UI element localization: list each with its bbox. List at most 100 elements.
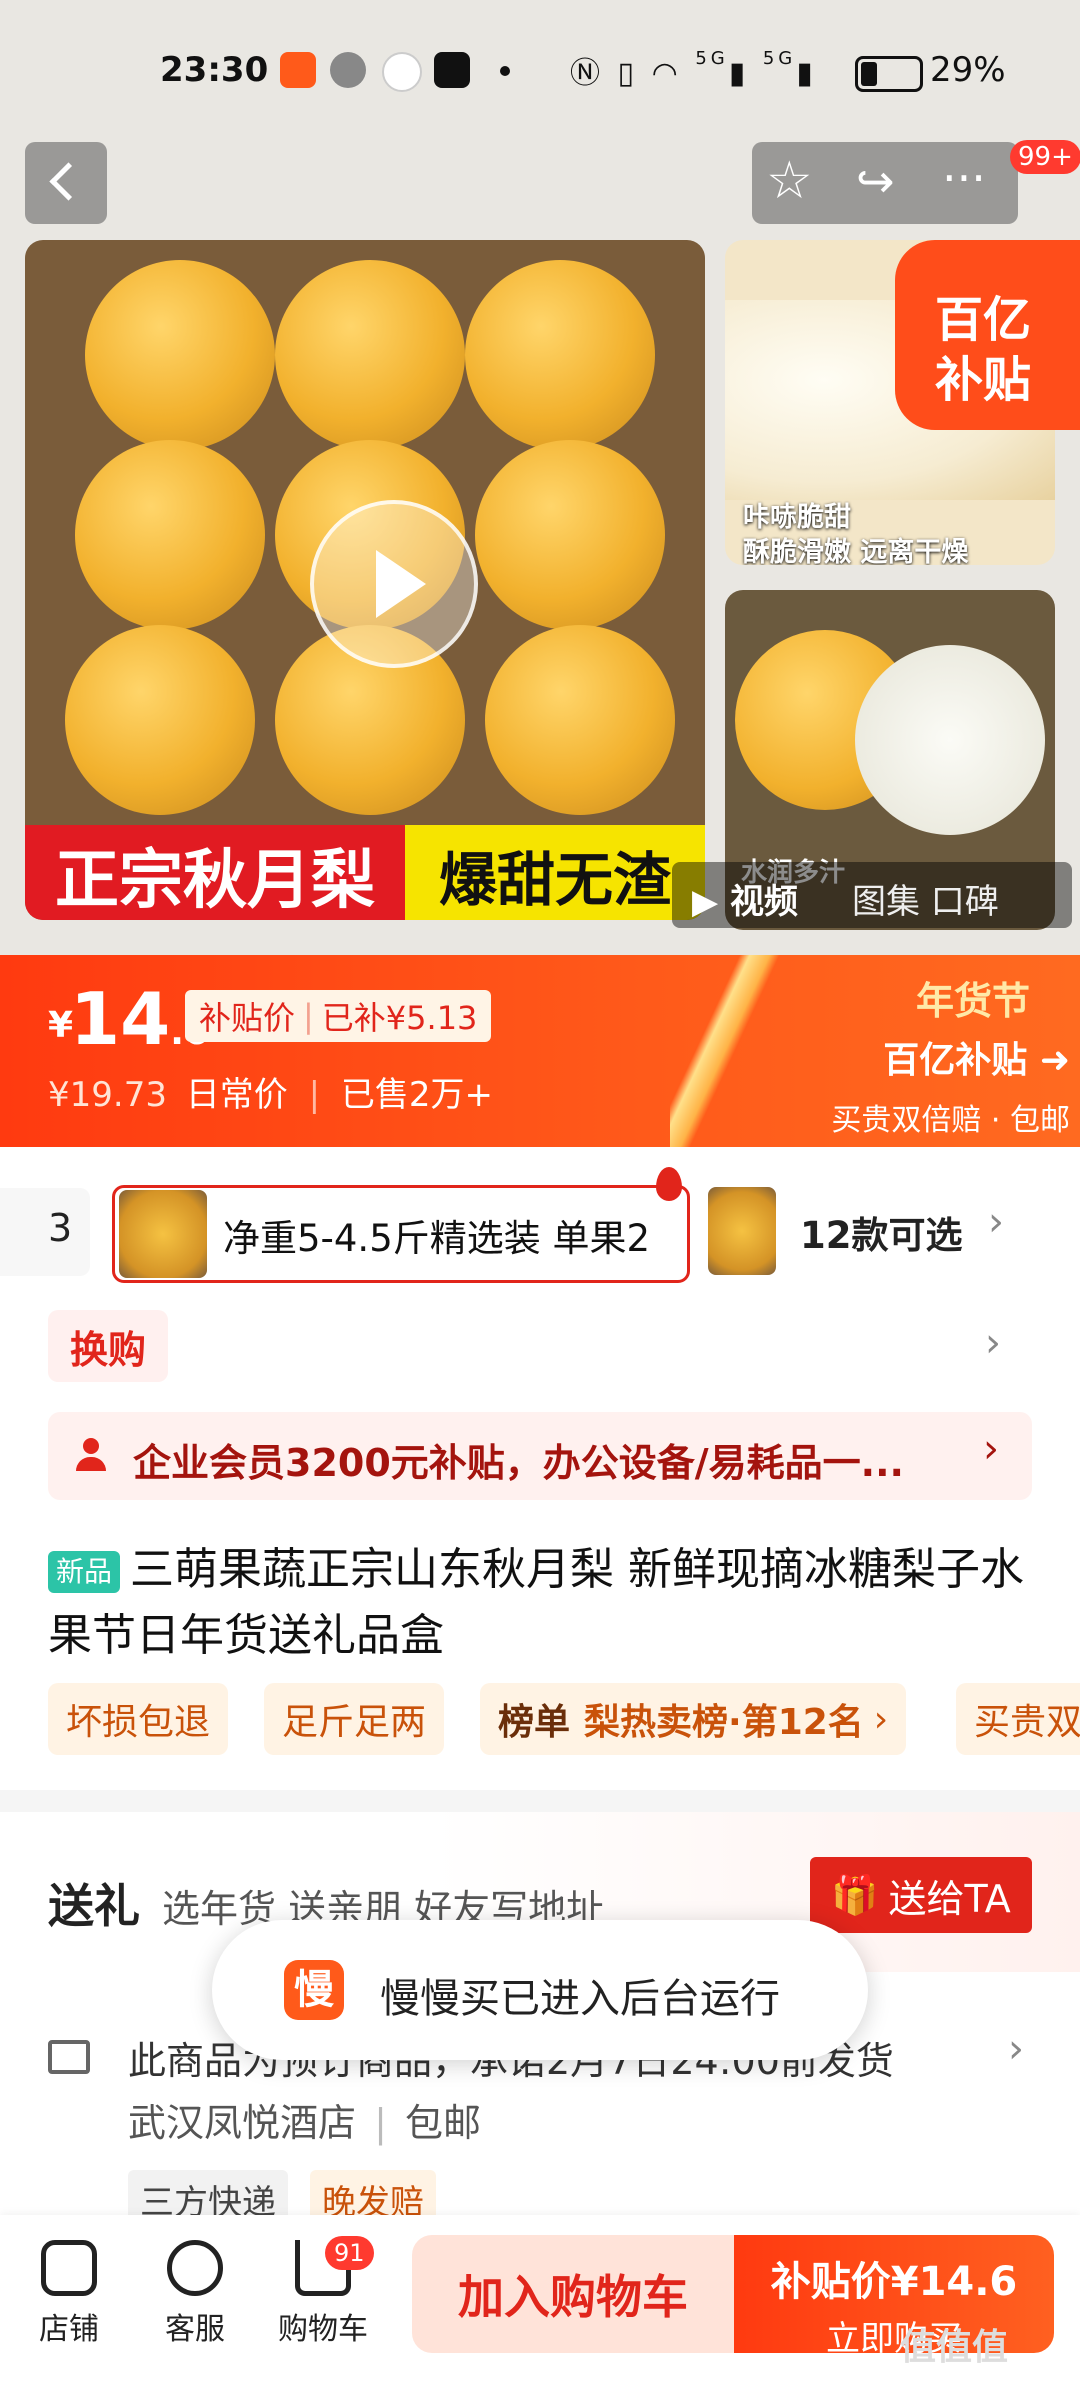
share-icon[interactable]: ↪ xyxy=(856,150,895,212)
battery-icon xyxy=(855,56,923,92)
product-title: 三萌果蔬正宗山东秋月梨 新鲜现摘冰糖梨子水果节日年货送礼品盒 xyxy=(48,1544,1025,1661)
subsidy-badge: 百亿 补贴 xyxy=(895,240,1080,430)
shop-icon xyxy=(41,2240,97,2296)
pear-image xyxy=(275,260,465,450)
service-label: 客服 xyxy=(165,2312,225,2347)
shop-button[interactable]: 店铺 xyxy=(14,2240,124,2348)
pear-image xyxy=(465,260,655,450)
customer-service-icon xyxy=(167,2240,223,2296)
original-price-row: ¥19.73 日常价 | 已售2万+ xyxy=(48,1067,493,1116)
hot-flame-icon xyxy=(656,1167,682,1201)
play-icon[interactable] xyxy=(310,500,478,668)
signal-bars-icon: ▮ xyxy=(728,56,750,91)
chip-damage-return[interactable]: 坏损包退 xyxy=(48,1683,229,1755)
original-price-label: 日常价 xyxy=(185,1075,288,1115)
pear-image xyxy=(75,440,265,630)
festival-subsidy: 百亿补贴 ➜ xyxy=(780,1031,1070,1083)
battery-percent: 29% xyxy=(930,50,1006,90)
gift-title: 送礼 xyxy=(48,1879,140,1933)
user-icon xyxy=(76,1438,106,1472)
chip-double-refund[interactable]: 买贵双 xyxy=(956,1683,1080,1755)
price-banner: ¥ 14.6 补贴价 | 已补¥5.13 ¥19.73 日常价 | 已售2万+ … xyxy=(0,955,1080,1147)
section-divider xyxy=(0,1790,1080,1812)
wifi-icon: ◠ xyxy=(651,56,682,91)
festival-badge[interactable]: 年货节 百亿补贴 ➜ 买贵双倍赔 · 包邮 xyxy=(780,970,1070,1140)
sku-prev-label: 3 xyxy=(48,1206,73,1250)
chevron-right-icon: › xyxy=(1008,2026,1024,2072)
signal-bars-icon-2: ▮ xyxy=(796,56,817,91)
cart-label: 购物车 xyxy=(278,2312,368,2347)
product-title-block: 新品 三萌果蔬正宗山东秋月梨 新鲜现摘冰糖梨子水果节日年货送礼品盒 xyxy=(48,1537,1038,1669)
background-toast: 慢 慢慢买已进入后台运行 xyxy=(212,1920,868,2060)
video-label: 视频 xyxy=(729,882,798,922)
system-icons: Ⓝ ▯ ◠ 5G▮ 5G▮ xyxy=(570,48,817,92)
festival-title: 年货节 xyxy=(915,979,1030,1023)
back-icon xyxy=(49,162,88,201)
status-bar: 23:30 Ⓝ ▯ ◠ 5G▮ 5G▮ 29% xyxy=(0,0,1080,140)
nfc-icon: Ⓝ xyxy=(570,56,604,91)
sku-thumbnail xyxy=(119,1190,207,1278)
banner-right: 爆甜无渣 xyxy=(405,825,705,920)
wechat-icon xyxy=(330,52,366,88)
banner-left: 正宗秋月梨 xyxy=(25,825,405,920)
sku-more-label: 12款可选 xyxy=(800,1214,963,1257)
gift-icon: 🎁 xyxy=(831,1872,879,1917)
media-tabs: ▶ 视频 图集 口碑 xyxy=(672,862,1072,928)
chevron-right-icon: › xyxy=(988,1199,1004,1245)
chevron-right-icon: › xyxy=(983,1426,999,1472)
enterprise-banner[interactable]: 企业会员3200元补贴，办公设备/易耗品一... › xyxy=(48,1412,1032,1500)
main-product-image[interactable]: 正宗秋月梨 爆甜无渣 xyxy=(25,240,705,920)
exchange-tag[interactable]: 换购 xyxy=(48,1310,168,1382)
sold-count: 已售2万+ xyxy=(340,1075,493,1115)
enterprise-text: 企业会员3200元补贴，办公设备/易耗品一... xyxy=(133,1441,904,1485)
divider: | xyxy=(308,1075,321,1115)
store-name: 武汉凤悦酒店 xyxy=(128,2101,357,2145)
side-caption-2: 酥脆滑嫩 远离干燥 xyxy=(743,537,969,565)
new-tag: 新品 xyxy=(48,1551,121,1593)
chip-ranking[interactable]: 榜单 梨热卖榜·第12名 › xyxy=(480,1683,907,1755)
truck-icon xyxy=(48,2040,90,2074)
pear-image xyxy=(485,625,675,815)
sku-selected-item[interactable]: 净重5-4.5斤精选装 单果2 xyxy=(112,1185,690,1283)
store-line: 武汉凤悦酒店 | 包邮 xyxy=(128,2092,481,2147)
divider: | xyxy=(303,997,314,1035)
pear-image xyxy=(65,625,255,815)
realme-icon xyxy=(382,52,422,92)
original-price: ¥19.73 xyxy=(48,1075,167,1115)
star-icon[interactable]: ☆ xyxy=(766,150,813,212)
signal-icon: 5G xyxy=(695,48,729,69)
service-button[interactable]: 客服 xyxy=(140,2240,250,2348)
festival-guarantee: 买贵双倍赔 · 包邮 xyxy=(831,1103,1070,1138)
add-to-cart-button[interactable]: 加入购物车 xyxy=(412,2235,734,2353)
header-actions: ☆ ↪ ··· xyxy=(752,142,1018,224)
chip-full-weight[interactable]: 足斤足两 xyxy=(264,1683,445,1755)
back-button[interactable] xyxy=(25,142,107,224)
subsidy-price-box: 补贴价 | 已补¥5.13 xyxy=(185,990,492,1042)
more-badge: 99+ xyxy=(1010,140,1080,174)
pear-image xyxy=(85,260,275,450)
shop-label: 店铺 xyxy=(39,2312,99,2347)
subsidy-label: 补贴价 xyxy=(199,999,296,1037)
video-tab[interactable]: ▶ 视频 xyxy=(692,874,798,923)
slow-buy-app-icon xyxy=(280,52,316,88)
festival-subsidy-text: 百亿补贴 xyxy=(883,1040,1028,1081)
more-icon[interactable]: ··· xyxy=(942,152,986,204)
signal-icon-2: 5G xyxy=(762,48,797,69)
watermark: 值值值 xyxy=(900,2327,1009,2368)
pear-image xyxy=(475,440,665,630)
chevron-right-icon[interactable]: › xyxy=(985,1320,1001,1366)
subsidy-amount: 已补¥5.13 xyxy=(321,999,478,1037)
sku-prev-item[interactable]: 3 xyxy=(0,1188,90,1276)
lightning-shape xyxy=(670,955,780,1147)
send-gift-button[interactable]: 🎁 送给TA xyxy=(810,1857,1032,1933)
gallery-tab[interactable]: 图集 口碑 xyxy=(852,874,999,923)
tiktok-icon xyxy=(434,52,470,88)
chevron-right-icon: ➜ xyxy=(1039,1040,1070,1081)
price-integer: 14 xyxy=(70,977,171,1061)
send-gift-label: 送给TA xyxy=(888,1876,1011,1921)
sku-more[interactable]: 12款可选 › xyxy=(708,1185,1048,1277)
side-caption-1: 咔哧脆甜 xyxy=(743,502,851,533)
sku-selected-label: 净重5-4.5斤精选装 单果2 xyxy=(223,1217,651,1260)
sku-thumbnail xyxy=(708,1187,776,1275)
cart-badge: 91 xyxy=(325,2236,374,2270)
